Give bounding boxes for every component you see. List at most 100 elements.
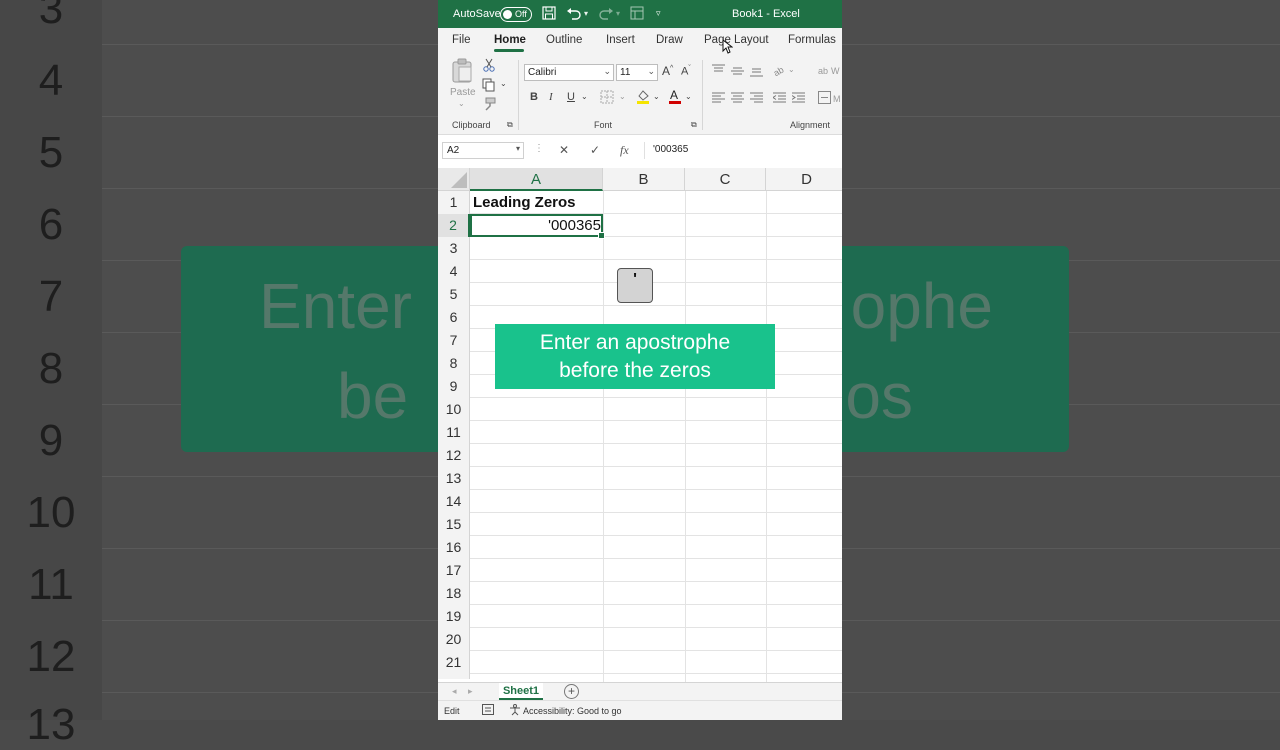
- accessibility-status[interactable]: Accessibility: Good to go: [523, 706, 622, 716]
- select-all-corner[interactable]: [438, 168, 470, 191]
- wrap-text-icon[interactable]: ab W: [818, 64, 842, 79]
- copy-icon[interactable]: [482, 78, 496, 95]
- decrease-indent-icon[interactable]: [772, 92, 786, 106]
- align-center-icon[interactable]: [731, 92, 744, 106]
- copy-dropdown-icon[interactable]: ⌄: [500, 79, 507, 88]
- row-header-11[interactable]: 11: [438, 421, 470, 444]
- row-header-19[interactable]: 19: [438, 605, 470, 628]
- toggle-knob: [503, 10, 512, 19]
- font-color-icon[interactable]: A: [668, 88, 682, 108]
- redo-dropdown-icon[interactable]: ▾: [616, 9, 620, 18]
- add-sheet-icon[interactable]: +: [564, 684, 579, 699]
- paste-icon[interactable]: [450, 58, 474, 87]
- insert-function-icon[interactable]: fx: [620, 143, 629, 158]
- fill-color-dropdown-icon[interactable]: ⌄: [653, 92, 660, 101]
- sheet-tab-sheet1[interactable]: Sheet1: [499, 683, 543, 700]
- save-icon[interactable]: [542, 6, 556, 23]
- row-header-1[interactable]: 1: [438, 191, 470, 214]
- row-header-5[interactable]: 5: [438, 283, 470, 306]
- tab-draw[interactable]: Draw: [656, 34, 683, 46]
- tab-file[interactable]: File: [452, 34, 471, 46]
- row-header-4[interactable]: 4: [438, 260, 470, 283]
- column-header-b[interactable]: B: [603, 168, 685, 191]
- orientation-icon[interactable]: ab: [772, 64, 787, 79]
- more-options-icon[interactable]: ⋮: [534, 143, 544, 154]
- underline-button[interactable]: U: [567, 91, 575, 103]
- enter-icon[interactable]: ✓: [590, 143, 600, 157]
- name-box[interactable]: A2 ▾: [442, 142, 524, 159]
- align-left-icon[interactable]: [712, 92, 725, 106]
- next-sheet-icon[interactable]: ▸: [468, 686, 473, 697]
- row-header-18[interactable]: 18: [438, 582, 470, 605]
- font-color-dropdown-icon[interactable]: ⌄: [685, 92, 692, 101]
- formula-input[interactable]: '000365: [644, 142, 842, 159]
- undo-dropdown-icon[interactable]: ▾: [584, 9, 588, 18]
- row-header-14[interactable]: 14: [438, 490, 470, 513]
- increase-font-size-icon[interactable]: A^: [662, 64, 673, 78]
- macro-record-icon[interactable]: [482, 704, 494, 717]
- row-header-8[interactable]: 8: [438, 352, 470, 375]
- row-header-9[interactable]: 9: [438, 375, 470, 398]
- row-gridline: [470, 581, 842, 582]
- borders-icon[interactable]: [600, 90, 614, 107]
- column-header-c[interactable]: C: [685, 168, 766, 191]
- svg-text:ab: ab: [773, 65, 785, 76]
- cancel-icon[interactable]: ✕: [559, 143, 569, 157]
- customize-toolbar-icon[interactable]: ▿: [656, 8, 661, 19]
- tab-insert[interactable]: Insert: [606, 34, 635, 46]
- row-header-10[interactable]: 10: [438, 398, 470, 421]
- row-header-21[interactable]: 21: [438, 651, 470, 674]
- format-painter-icon[interactable]: [482, 97, 496, 114]
- clipboard-launcher-icon[interactable]: ⧉: [507, 120, 513, 130]
- tab-outline[interactable]: Outline: [546, 34, 582, 46]
- orientation-dropdown-icon[interactable]: ⌄: [788, 65, 795, 74]
- row-header-15[interactable]: 15: [438, 513, 470, 536]
- align-right-icon[interactable]: [750, 92, 763, 106]
- paste-label[interactable]: Paste: [450, 87, 476, 98]
- previous-sheet-icon[interactable]: ◂: [452, 686, 457, 697]
- row-header-17[interactable]: 17: [438, 559, 470, 582]
- row-header-13[interactable]: 13: [438, 467, 470, 490]
- background-row-number: 3: [38, 0, 64, 33]
- row-header-20[interactable]: 20: [438, 628, 470, 651]
- column-gridline: [603, 191, 604, 682]
- top-align-icon[interactable]: [712, 64, 725, 77]
- underline-dropdown-icon[interactable]: ⌄: [581, 92, 588, 101]
- middle-align-icon[interactable]: [731, 66, 744, 79]
- borders-dropdown-icon[interactable]: ⌄: [619, 92, 626, 101]
- decrease-font-size-icon[interactable]: Aˇ: [681, 65, 691, 78]
- font-size-box[interactable]: 11 ⌄: [616, 64, 658, 81]
- font-name-box[interactable]: Calibri ⌄: [524, 64, 614, 81]
- row-header-3[interactable]: 3: [438, 237, 470, 260]
- form-icon[interactable]: [630, 6, 644, 23]
- row-header-16[interactable]: 16: [438, 536, 470, 559]
- redo-icon[interactable]: [598, 6, 614, 23]
- bottom-align-icon[interactable]: [750, 67, 763, 80]
- italic-button[interactable]: I: [549, 91, 553, 103]
- row-header-12[interactable]: 12: [438, 444, 470, 467]
- row-gridline: [470, 397, 842, 398]
- row-header-6[interactable]: 6: [438, 306, 470, 329]
- column-gridline: [685, 191, 686, 682]
- font-launcher-icon[interactable]: ⧉: [691, 120, 697, 130]
- undo-icon[interactable]: [566, 6, 582, 23]
- merge-center-icon[interactable]: M: [818, 91, 842, 107]
- row-header-7[interactable]: 7: [438, 329, 470, 352]
- paste-dropdown-icon[interactable]: ⌄: [458, 99, 465, 108]
- row-header-2[interactable]: 2: [438, 214, 470, 237]
- increase-indent-icon[interactable]: [791, 92, 805, 106]
- tab-page-layout[interactable]: Page Layout: [704, 34, 769, 46]
- column-header-a[interactable]: A: [470, 168, 603, 191]
- bold-button[interactable]: B: [530, 91, 538, 103]
- fill-handle[interactable]: [598, 232, 605, 239]
- fill-color-icon[interactable]: [636, 89, 650, 108]
- accessibility-icon[interactable]: [509, 704, 521, 718]
- window-title: Book1 - Excel: [732, 8, 800, 20]
- cell-a1[interactable]: Leading Zeros: [473, 191, 576, 214]
- column-header-d[interactable]: D: [766, 168, 842, 191]
- callout-line-2: before the zeros: [559, 359, 711, 382]
- tab-formulas[interactable]: Formulas: [788, 34, 836, 46]
- tab-home[interactable]: Home: [494, 34, 526, 46]
- cut-icon[interactable]: [483, 58, 495, 75]
- autosave-toggle[interactable]: Off: [500, 7, 532, 22]
